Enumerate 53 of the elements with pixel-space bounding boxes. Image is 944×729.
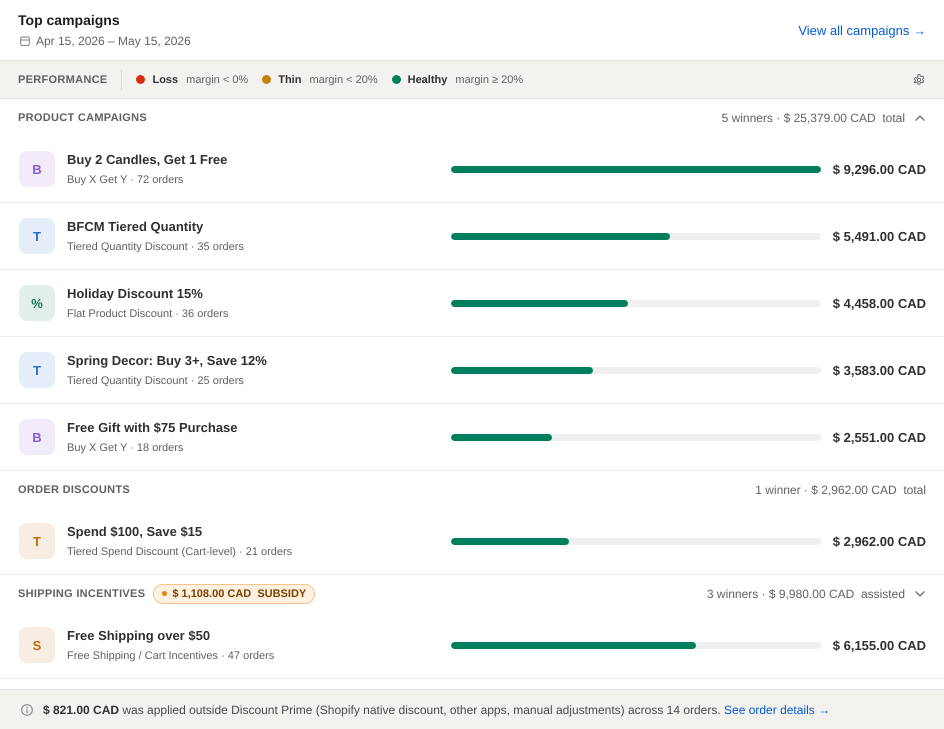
campaign-type-tile: T (19, 352, 55, 388)
campaign-type-tile: B (19, 151, 55, 187)
campaign-detail: Buy X Get Y · 18 orders (67, 440, 184, 456)
chevron-down-icon[interactable] (915, 590, 925, 596)
legend-label: Healthy (408, 74, 448, 86)
campaign-type-tile: B (19, 419, 55, 455)
campaign-amount: $ 4,458.00 CAD (832, 296, 926, 310)
legend-note: margin < 20% (309, 74, 378, 86)
card-title: Top campaigns (18, 11, 121, 29)
campaign-name[interactable]: Spring Decor: Buy 3+, Save 12% (67, 352, 267, 368)
campaign-name[interactable]: Holiday Discount 15% (67, 284, 228, 302)
campaign-amount: $ 9,296.00 CAD (832, 162, 926, 176)
campaign-detail: Flat Product Discount · 36 orders (67, 306, 228, 322)
section-summary: 1 winner · $ 2,962.00 CAD total (755, 482, 926, 496)
campaign-detail: Free Shipping / Cart Incentives · 47 orders (67, 648, 274, 664)
campaign-type-tile: % (19, 285, 55, 321)
legend-note: margin < 0% (186, 74, 248, 86)
campaign-detail: Tiered Quantity Discount · 35 orders (67, 240, 244, 254)
campaign-name[interactable]: Free Gift with $75 Purchase (67, 418, 238, 436)
calendar-icon (20, 36, 30, 46)
campaign-amount: $ 6,155.00 CAD (832, 638, 926, 652)
info-icon (21, 704, 33, 716)
status-dot-icon (162, 591, 168, 596)
campaign-name[interactable]: Spend $100, Save $15 (67, 522, 292, 540)
campaign-amount: $ 3,583.00 CAD (832, 362, 926, 378)
section-summary: 3 winners · $ 9,980.00 CAD assisted (706, 586, 905, 600)
legend-label: Loss (152, 74, 178, 86)
view-all-link[interactable]: View all campaigns → (798, 22, 926, 38)
campaign-name[interactable]: BFCM Tiered Quantity (67, 218, 244, 234)
campaign-detail: Tiered Spend Discount (Cart-level) · 21 orders (67, 544, 292, 560)
legend-label: Thin (278, 74, 302, 86)
performance-label: PERFORMANCE (18, 74, 108, 86)
campaign-amount: $ 5,491.00 CAD (832, 228, 926, 244)
section-title: SHIPPING INCENTIVES (18, 588, 146, 600)
order-details-link[interactable]: See order details → (724, 702, 830, 716)
campaign-type-tile: T (19, 218, 55, 254)
campaign-name[interactable]: Free Shipping over $50 (67, 626, 274, 644)
campaign-amount: $ 2,551.00 CAD (832, 430, 926, 444)
settings-icon[interactable] (913, 74, 925, 86)
chevron-up-icon[interactable] (915, 114, 925, 120)
badge-text: $ 1,108.00 CAD SUBSIDY (172, 586, 306, 600)
footer-note: $ 821.00 CAD was applied outside Discount Prime (Shopify native discount, other apps, manual adjustments) across 14 orders. See order details → (43, 702, 830, 716)
date-range: Apr 15, 2026 – May 15, 2026 (36, 33, 191, 49)
campaign-type-tile: T (19, 523, 55, 559)
campaign-detail: Tiered Quantity Discount · 25 orders (67, 374, 245, 388)
legend-note: margin ≥ 20% (455, 74, 524, 86)
section-title: PRODUCT CAMPAIGNS (18, 112, 147, 124)
campaign-amount: $ 2,962.00 CAD (832, 534, 926, 548)
section-summary: 5 winners · $ 25,379.00 CAD total (722, 110, 905, 124)
campaign-name[interactable]: Buy 2 Candles, Get 1 Free (67, 150, 228, 168)
campaign-detail: Buy X Get Y · 72 orders (67, 172, 184, 188)
section-title: ORDER DISCOUNTS (18, 484, 130, 496)
campaign-type-tile: S (19, 627, 55, 663)
